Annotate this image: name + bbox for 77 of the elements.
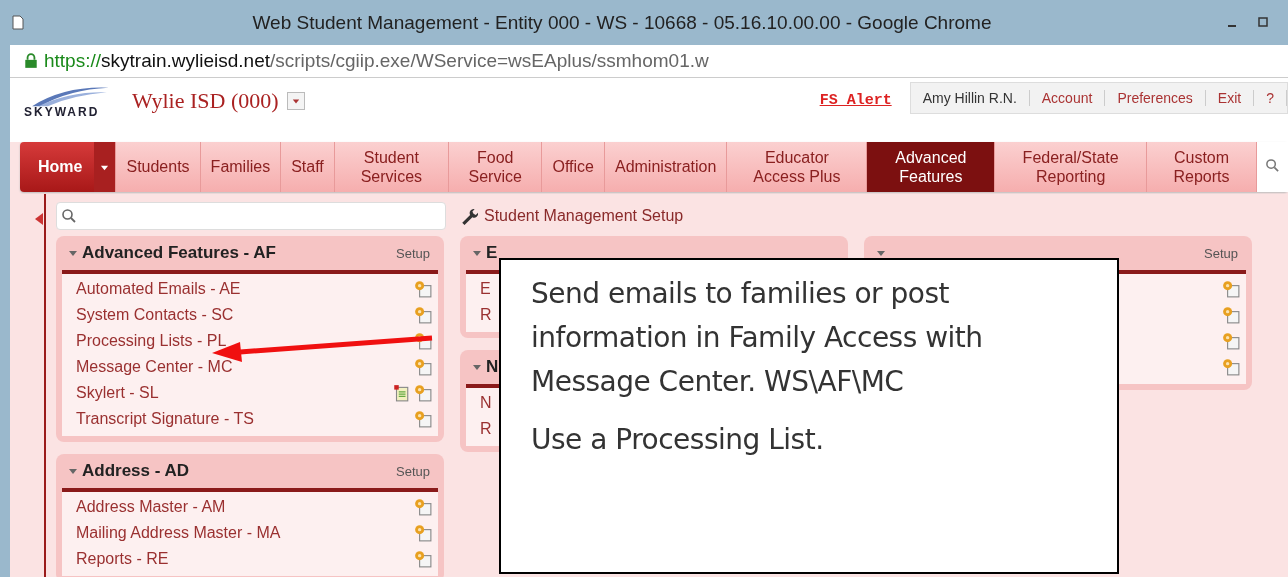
- fs-alert-link[interactable]: FS Alert: [819, 92, 892, 109]
- user-link[interactable]: ?: [1254, 90, 1287, 106]
- menu-link[interactable]: Message Center - MC: [76, 358, 233, 376]
- menu-link[interactable]: E: [480, 280, 491, 298]
- user-name: Amy Hillin R.N.: [910, 90, 1030, 106]
- home-tab[interactable]: Home: [20, 142, 95, 192]
- gear-document-icon[interactable]: [414, 410, 432, 428]
- collapse-caret-icon[interactable]: [472, 362, 482, 372]
- menu-link[interactable]: Reports - RE: [76, 550, 169, 568]
- gear-document-icon[interactable]: [414, 280, 432, 298]
- gear-document-icon[interactable]: [414, 332, 432, 350]
- panel-title: N: [486, 357, 499, 377]
- nav-tab[interactable]: Student Services: [334, 142, 449, 192]
- lock-icon: [24, 53, 38, 69]
- nav-tab[interactable]: Custom Reports: [1147, 142, 1257, 192]
- address-bar[interactable]: https://skytrain.wylieisd.net/scripts/cgiip.exe/WService=wsEAplus/ssmhom01.w: [10, 45, 1288, 78]
- gear-document-icon[interactable]: [414, 498, 432, 516]
- collapse-caret-icon[interactable]: [472, 248, 482, 258]
- gear-document-icon[interactable]: [1222, 280, 1240, 298]
- nav-tab[interactable]: Office: [542, 142, 605, 192]
- gear-document-icon[interactable]: [414, 524, 432, 542]
- panel-setup-link[interactable]: Setup: [396, 245, 430, 261]
- menu-link[interactable]: Processing Lists - PL: [76, 332, 227, 350]
- search-button[interactable]: [1257, 142, 1288, 192]
- nav-tab[interactable]: Advanced Features: [867, 142, 996, 192]
- minimize-icon: [1228, 25, 1236, 27]
- district-dropdown[interactable]: [286, 92, 305, 110]
- nav-tab[interactable]: Federal/State Reporting: [995, 142, 1148, 192]
- user-link[interactable]: Preferences: [1105, 90, 1206, 106]
- nav-tab[interactable]: Students: [116, 142, 201, 192]
- window-title: Web Student Management - Entity 000 - WS - 10668 - 05.16.10.00.00 - Google Chrome: [251, 11, 993, 34]
- gear-document-icon[interactable]: [414, 358, 432, 376]
- search-icon: [61, 208, 77, 224]
- home-dropdown[interactable]: [94, 142, 117, 192]
- panel-title: E: [486, 243, 498, 263]
- menu-link[interactable]: Address Master - AM: [76, 498, 226, 516]
- collapse-caret-icon[interactable]: [68, 466, 78, 476]
- panel-setup-link[interactable]: Setup: [396, 463, 430, 479]
- gear-document-icon[interactable]: [414, 306, 432, 324]
- gear-document-icon[interactable]: [1222, 306, 1240, 324]
- nav-tab[interactable]: Educator Access Plus: [727, 142, 868, 192]
- user-link[interactable]: Exit: [1205, 90, 1255, 106]
- menu-link[interactable]: Transcript Signature - TS: [76, 410, 254, 428]
- url-text: https://skytrain.wylieisd.net/scripts/cgiip.exe/WService=wsEAplus/ssmhom01.w: [44, 50, 709, 72]
- panel-title: Address - AD: [82, 461, 190, 481]
- skyward-logo: SKYWARD: [24, 84, 116, 119]
- maximize-icon: [1258, 17, 1268, 27]
- caret-icon: [291, 97, 300, 105]
- gear-document-icon[interactable]: [414, 550, 432, 568]
- district-name: Wylie ISD (000): [132, 88, 279, 114]
- panel-setup-link[interactable]: Setup: [1204, 245, 1238, 261]
- menu-link[interactable]: System Contacts - SC: [76, 306, 234, 324]
- panel-title: Advanced Features - AF: [82, 243, 276, 263]
- wrench-icon: [460, 207, 478, 225]
- document-icon[interactable]: [392, 384, 410, 402]
- nav-tab[interactable]: Staff: [281, 142, 335, 192]
- nav-tab[interactable]: Food Service: [448, 142, 543, 192]
- nav-tab[interactable]: Administration: [604, 142, 728, 192]
- menu-link[interactable]: Skylert - SL: [76, 384, 159, 402]
- user-link[interactable]: Account: [1029, 90, 1106, 106]
- menu-link[interactable]: R: [480, 420, 492, 438]
- callout-text: Send emails to families or post information in Family Access with Message Center. WS\AF\MC: [531, 276, 984, 400]
- collapse-arrow-icon[interactable]: [34, 212, 44, 226]
- search-field[interactable]: [56, 202, 446, 230]
- gear-document-icon[interactable]: [1222, 332, 1240, 350]
- nav-tab[interactable]: Families: [200, 142, 282, 192]
- menu-link[interactable]: R: [480, 306, 492, 324]
- menu-link[interactable]: Mailing Address Master - MA: [76, 524, 281, 542]
- setup-link[interactable]: Student Management Setup: [484, 207, 684, 225]
- callout-text: Use a Processing List.: [531, 422, 825, 458]
- menu-link[interactable]: N: [480, 394, 492, 412]
- page-icon: [12, 15, 24, 30]
- collapse-caret-icon[interactable]: [68, 248, 78, 258]
- gear-document-icon[interactable]: [1222, 358, 1240, 376]
- gear-document-icon[interactable]: [414, 384, 432, 402]
- search-icon: [1265, 158, 1280, 173]
- menu-link[interactable]: Automated Emails - AE: [76, 280, 241, 298]
